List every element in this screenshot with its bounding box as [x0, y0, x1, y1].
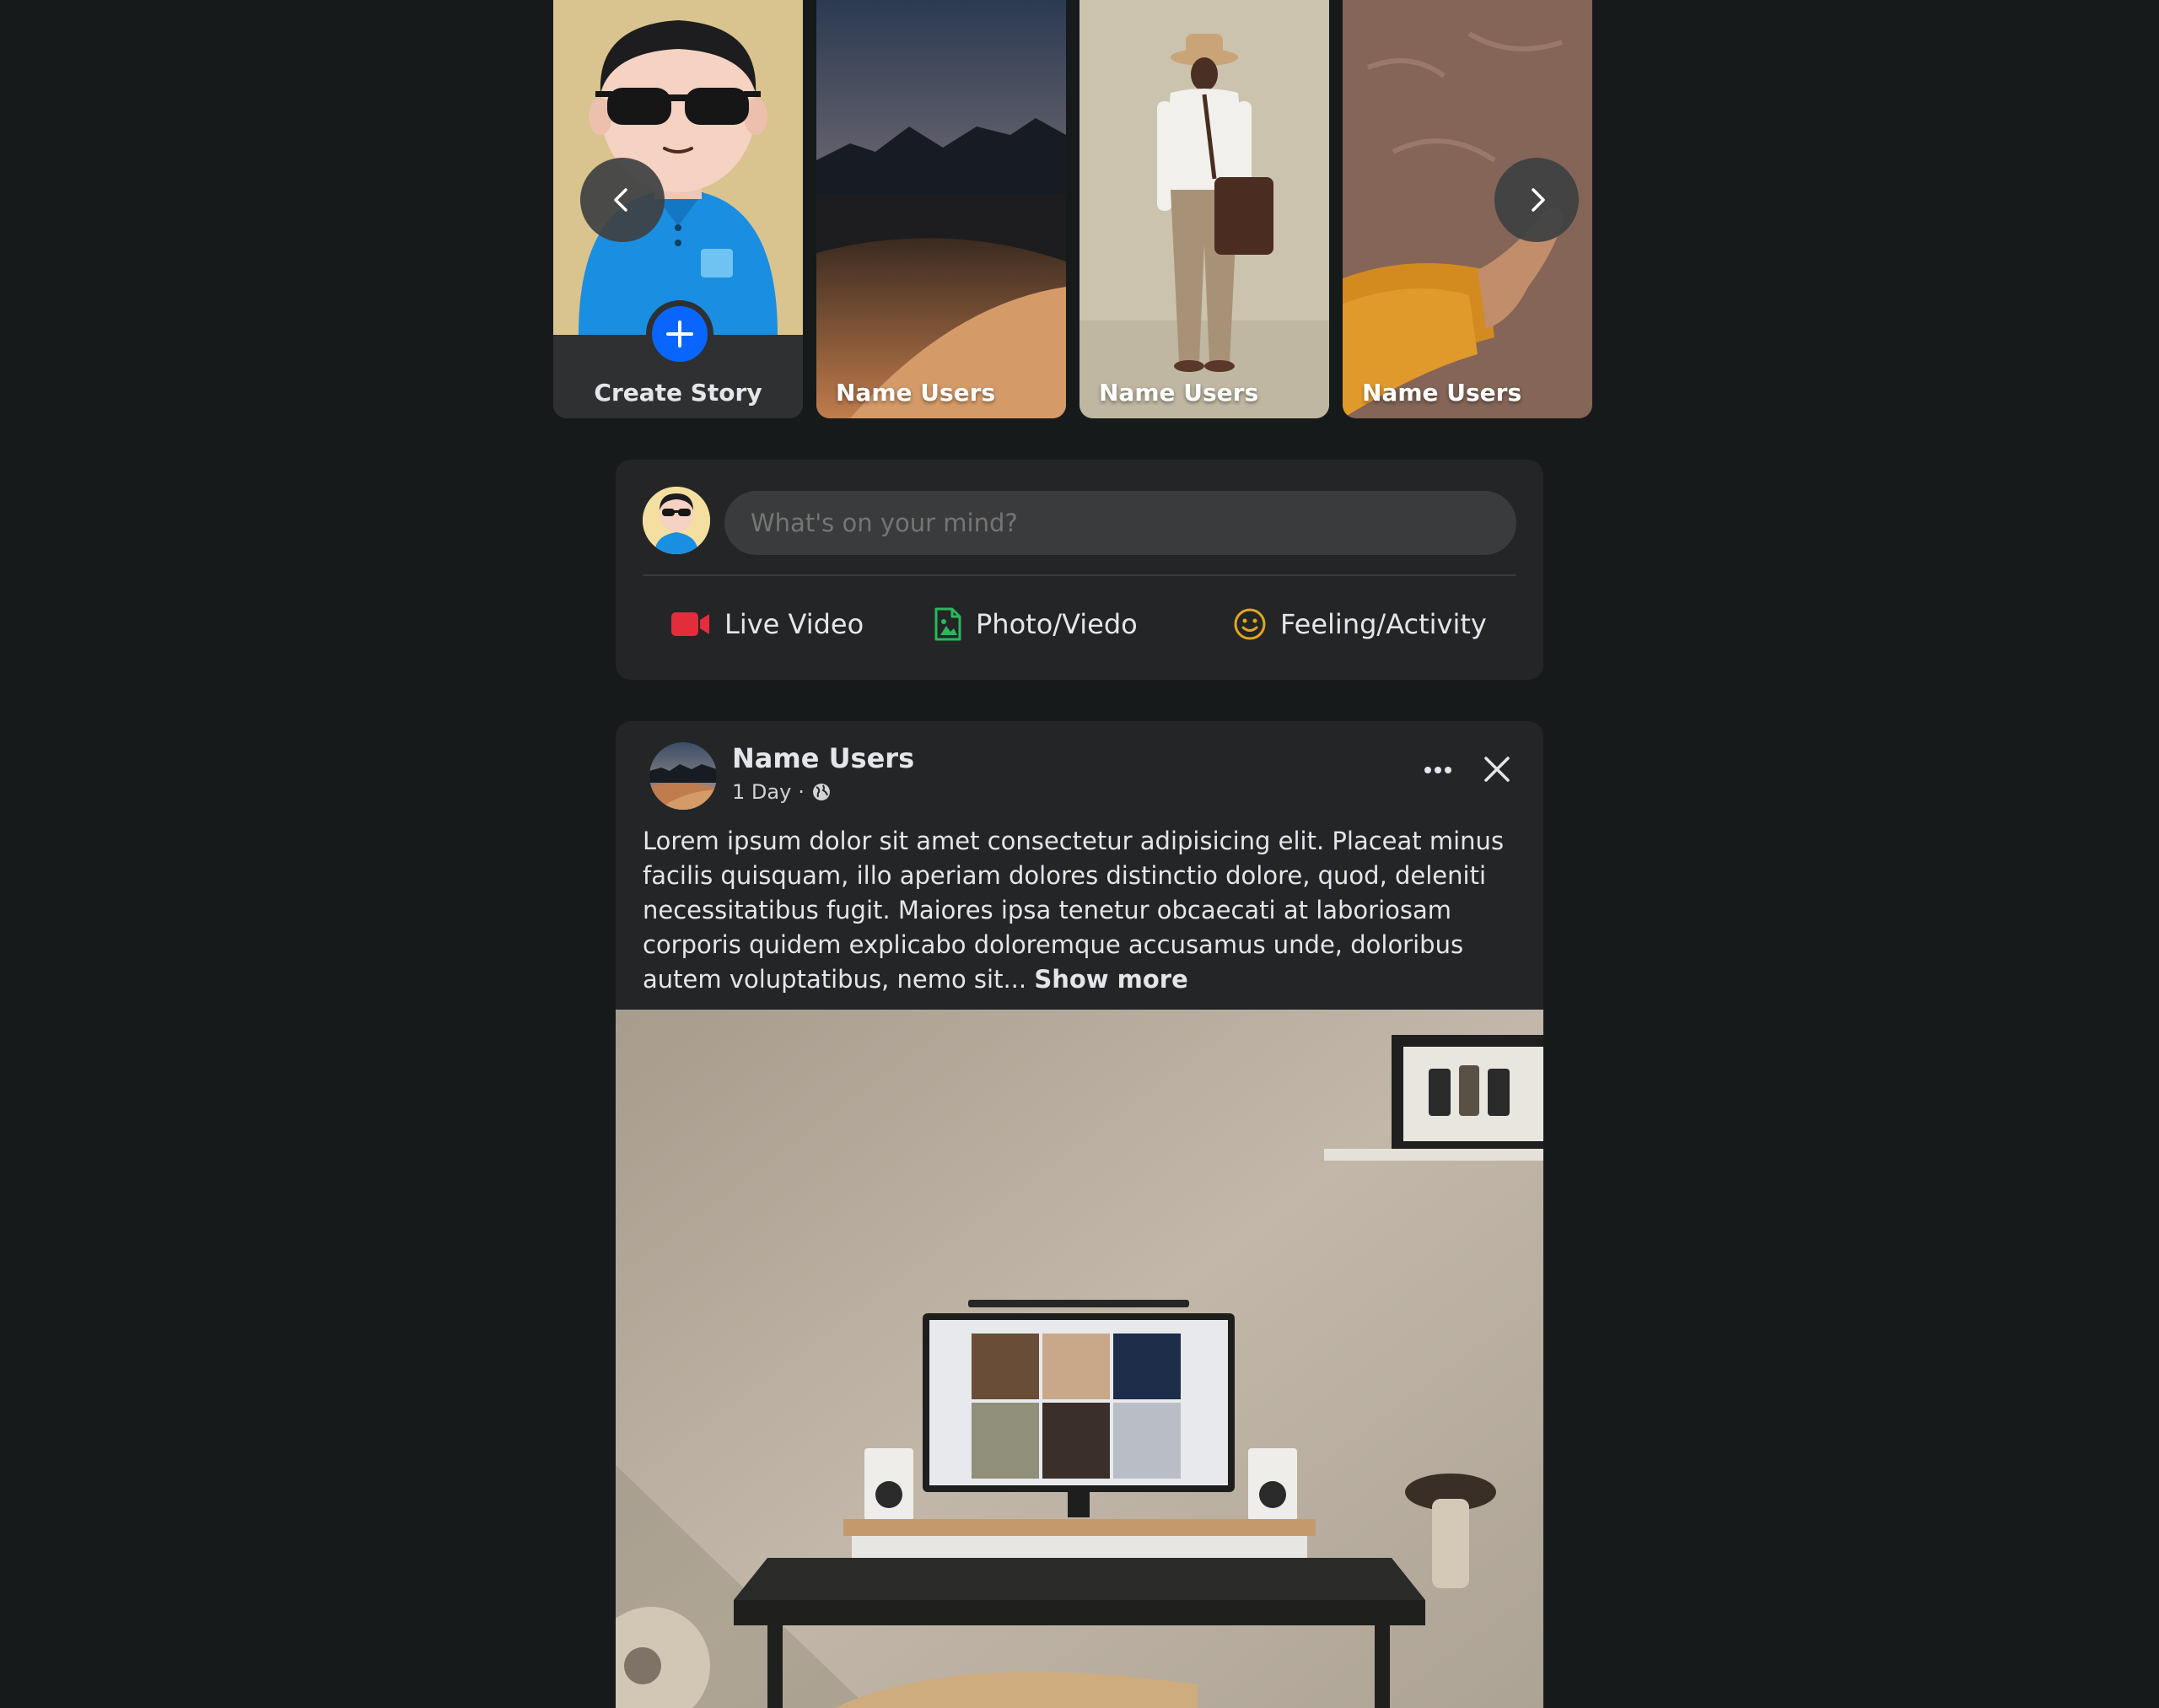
photo-video-label: Photo/Viedo — [976, 608, 1138, 640]
user-avatar[interactable] — [643, 487, 710, 554]
more-dots-icon — [1424, 767, 1451, 773]
story-user-name: Name Users — [1362, 379, 1522, 407]
story-desert-image — [816, 0, 1066, 418]
show-more-link[interactable]: Show more — [1034, 965, 1187, 994]
post-author-name[interactable]: Name Users — [732, 742, 914, 774]
post-timestamp[interactable]: 1 Day — [732, 780, 791, 804]
create-story-avatar-image — [553, 0, 803, 335]
globe-icon — [812, 784, 830, 800]
composer-actions: Live Video Photo/Viedo Feeling/Activity — [643, 586, 1516, 662]
feeling-activity-label: Feeling/Activity — [1280, 608, 1487, 640]
chevron-left-icon — [614, 188, 627, 212]
story-user-name: Name Users — [836, 379, 996, 407]
stories-carousel: Create Story Name Users Name Users Name … — [553, 0, 1592, 418]
video-camera-icon — [671, 612, 709, 636]
live-video-label: Live Video — [724, 608, 864, 640]
post-photo[interactable] — [616, 1010, 1543, 1708]
stories-next-button[interactable] — [1494, 158, 1579, 242]
create-story-label: Create Story — [594, 379, 762, 407]
meta-separator: · — [798, 780, 805, 804]
post-meta: 1 Day · — [732, 780, 832, 804]
story-card[interactable]: Name Users — [816, 0, 1066, 418]
plus-icon — [666, 321, 693, 348]
feeling-activity-button[interactable]: Feeling/Activity — [1233, 586, 1487, 662]
post-author-avatar[interactable] — [649, 742, 717, 810]
story-man-image — [1080, 0, 1329, 418]
smiley-icon — [1234, 608, 1266, 640]
live-video-button[interactable]: Live Video — [670, 586, 864, 662]
post-body: Lorem ipsum dolor sit amet consectetur a… — [643, 824, 1520, 997]
composer-divider — [643, 574, 1516, 576]
close-icon — [1484, 757, 1510, 782]
stories-previous-button[interactable] — [580, 158, 665, 242]
status-input[interactable] — [724, 491, 1516, 555]
feed-post: Name Users 1 Day · Lorem ipsum dolor sit… — [616, 721, 1543, 1708]
photo-file-icon — [934, 607, 961, 641]
story-card[interactable]: Name Users — [1080, 0, 1329, 418]
add-story-button[interactable] — [646, 300, 713, 368]
post-options-button[interactable] — [1417, 753, 1459, 787]
post-composer: Live Video Photo/Viedo Feeling/Activity — [616, 460, 1543, 680]
hide-post-button[interactable] — [1476, 748, 1518, 790]
photo-video-button[interactable]: Photo/Viedo — [934, 586, 1138, 662]
chevron-right-icon — [1532, 188, 1545, 212]
story-user-name: Name Users — [1099, 379, 1259, 407]
